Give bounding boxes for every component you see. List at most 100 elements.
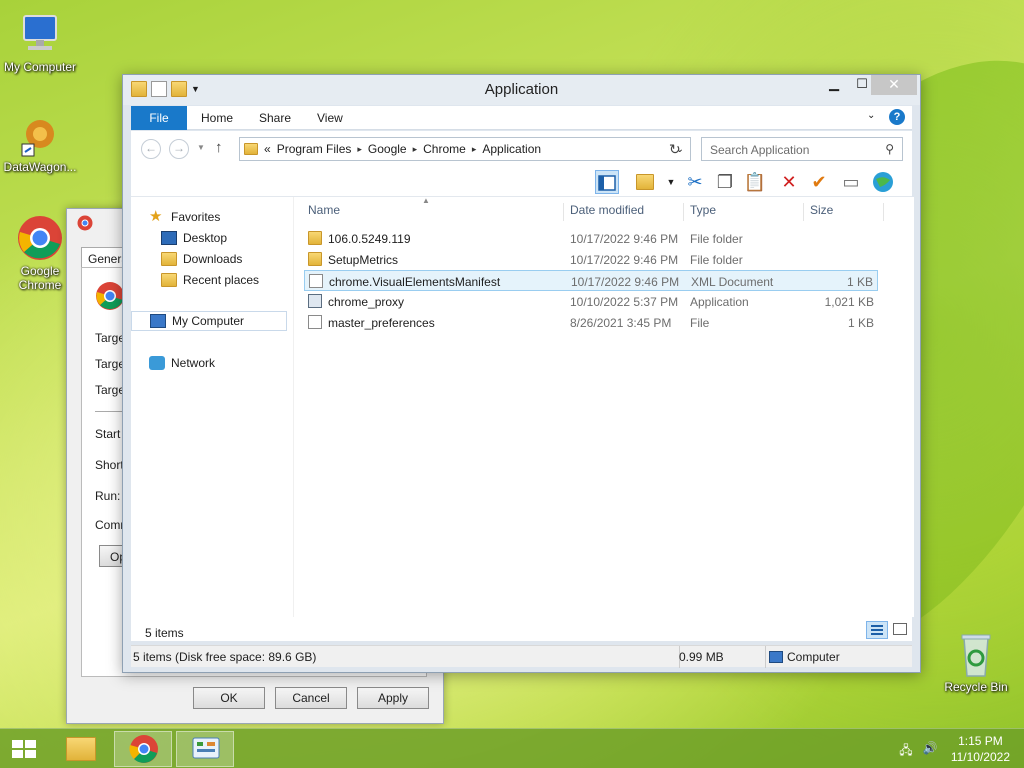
computer-icon bbox=[16, 10, 64, 58]
desktop-icon-datawagon[interactable]: DataWagon... bbox=[0, 110, 80, 174]
file-size: 1,021 KB bbox=[824, 295, 874, 309]
application-icon bbox=[308, 294, 322, 308]
nav-my-computer[interactable]: My Computer bbox=[131, 311, 287, 331]
taskbar-chrome-button[interactable] bbox=[114, 731, 172, 767]
file-date: 10/17/2022 9:46 PM bbox=[570, 253, 679, 267]
folder-icon bbox=[308, 252, 322, 266]
delete-icon[interactable]: ✕ bbox=[777, 170, 801, 194]
network-icon bbox=[149, 356, 165, 370]
nav-label: Recent places bbox=[183, 273, 260, 287]
forward-button[interactable]: → bbox=[169, 139, 189, 159]
file-date: 10/10/2022 5:37 PM bbox=[570, 295, 679, 309]
file-row[interactable]: SetupMetrics 10/17/2022 9:46 PM File fol… bbox=[304, 249, 878, 270]
desktop-icon-recycle-bin[interactable]: Recycle Bin bbox=[936, 630, 1016, 694]
address-bar-row: ← → ▼ ↑ « Program Files ▸ Google ▸ Chrom… bbox=[131, 131, 912, 167]
tab-share[interactable]: Share bbox=[259, 111, 291, 125]
recycle-bin-icon bbox=[952, 630, 1000, 678]
desktop-icon-label: Google Chrome bbox=[18, 264, 62, 292]
network-tray-icon[interactable]: 🖧 bbox=[898, 741, 914, 757]
file-row[interactable]: master_preferences 8/26/2021 3:45 PM Fil… bbox=[304, 312, 878, 333]
file-row-selected[interactable]: chrome.VisualElementsManifest 10/17/2022… bbox=[304, 270, 878, 291]
close-button[interactable]: ✕ bbox=[871, 75, 917, 95]
nav-label: My Computer bbox=[172, 314, 245, 328]
window-controls: ▁ ☐ bbox=[820, 75, 876, 95]
nav-label: Downloads bbox=[183, 252, 243, 266]
column-header-size[interactable]: Size bbox=[804, 203, 884, 221]
column-header-name[interactable]: Name bbox=[302, 203, 564, 221]
desktop-icon-my-computer[interactable]: My Computer bbox=[0, 10, 80, 74]
target-type-label: Targe bbox=[95, 357, 126, 371]
search-icon[interactable]: ⚲ bbox=[885, 142, 894, 156]
column-header-date[interactable]: Date modified bbox=[564, 203, 684, 221]
folder-options-icon[interactable] bbox=[633, 170, 657, 194]
globe-icon[interactable] bbox=[871, 170, 895, 194]
chevron-right-icon[interactable]: ▸ bbox=[472, 144, 477, 155]
chevron-right-icon[interactable]: ▸ bbox=[357, 144, 362, 155]
title-bar[interactable]: ▼ Application ▁ ☐ ✕ bbox=[123, 75, 920, 105]
status-disk-space: 5 items (Disk free space: 89.6 GB) bbox=[133, 650, 317, 664]
chevron-down-icon[interactable]: ⌄ bbox=[867, 110, 875, 121]
star-icon: ★ bbox=[149, 208, 163, 225]
breadcrumb-chrome[interactable]: Chrome bbox=[423, 142, 466, 156]
start-button[interactable] bbox=[0, 731, 48, 767]
breadcrumb-program-files[interactable]: Program Files bbox=[277, 142, 352, 156]
target-location-label: Targe bbox=[95, 383, 126, 397]
recent-places-icon bbox=[161, 273, 177, 287]
preview-pane-button[interactable] bbox=[595, 170, 619, 194]
clock-time: 1:15 PM bbox=[958, 734, 1003, 748]
minimize-button[interactable]: ▁ bbox=[820, 75, 848, 95]
file-row[interactable]: 106.0.5249.119 10/17/2022 9:46 PM File f… bbox=[304, 228, 878, 249]
ribbon-tabs: File Home Share View ⌄ ? bbox=[131, 106, 912, 130]
details-view-button[interactable] bbox=[866, 621, 888, 639]
back-button[interactable]: ← bbox=[141, 139, 161, 159]
tab-view[interactable]: View bbox=[317, 111, 343, 125]
cancel-button[interactable]: Cancel bbox=[275, 687, 347, 709]
recent-locations-chevron-icon[interactable]: ▼ bbox=[197, 143, 205, 152]
chevron-right-icon[interactable]: ▸ bbox=[413, 144, 418, 155]
column-header-type[interactable]: Type bbox=[684, 203, 804, 221]
nav-favorites[interactable]: ★ Favorites bbox=[149, 207, 305, 227]
large-icons-view-button[interactable] bbox=[893, 623, 907, 635]
file-date: 10/17/2022 9:46 PM bbox=[570, 232, 679, 246]
taskbar: 🖧 🔊 1:15 PM 11/10/2022 bbox=[0, 728, 1024, 768]
nav-network[interactable]: Network bbox=[149, 353, 305, 373]
system-clock[interactable]: 1:15 PM 11/10/2022 bbox=[951, 733, 1010, 765]
window-close-controls: ✕ bbox=[871, 75, 917, 95]
volume-tray-icon[interactable]: 🔊 bbox=[922, 741, 938, 757]
breadcrumb-application[interactable]: Application bbox=[482, 142, 541, 156]
desktop-icon-label: DataWagon... bbox=[3, 160, 77, 174]
navigation-pane: ★ Favorites Desktop Downloads Recent pla… bbox=[131, 197, 293, 617]
taskbar-control-panel-button[interactable] bbox=[176, 731, 234, 767]
rename-icon[interactable]: ▭ bbox=[839, 170, 863, 194]
folder-icon bbox=[244, 143, 258, 155]
breadcrumb-google[interactable]: Google bbox=[368, 142, 407, 156]
file-date: 10/17/2022 9:46 PM bbox=[571, 275, 680, 289]
file-row[interactable]: chrome_proxy 10/10/2022 5:37 PM Applicat… bbox=[304, 291, 878, 312]
status-size: 0.99 MB bbox=[679, 650, 724, 664]
xml-document-icon bbox=[309, 274, 323, 288]
paste-icon[interactable]: 📋 bbox=[743, 170, 767, 194]
copy-icon[interactable]: ❐ bbox=[713, 170, 737, 194]
tab-home[interactable]: Home bbox=[201, 111, 233, 125]
nav-label: Desktop bbox=[183, 231, 228, 245]
file-icon bbox=[308, 315, 322, 329]
taskbar-file-explorer-button[interactable] bbox=[52, 731, 110, 767]
control-panel-icon bbox=[192, 737, 220, 759]
file-type: XML Document bbox=[691, 275, 774, 289]
address-input[interactable]: « Program Files ▸ Google ▸ Chrome ▸ Appl… bbox=[239, 137, 691, 161]
chevron-down-icon[interactable]: ▼ bbox=[659, 170, 683, 194]
datawagon-icon bbox=[16, 110, 64, 158]
up-arrow-icon[interactable]: ↑ bbox=[215, 139, 223, 156]
desktop-icon-label: My Computer bbox=[3, 60, 77, 74]
apply-button[interactable]: Apply bbox=[357, 687, 429, 709]
explorer-window: ▼ Application ▁ ☐ ✕ File Home Share View… bbox=[122, 74, 921, 673]
file-size: 1 KB bbox=[846, 275, 873, 289]
tab-file[interactable]: File bbox=[131, 106, 187, 130]
help-icon[interactable]: ? bbox=[889, 109, 905, 125]
refresh-icon[interactable]: ↻ bbox=[669, 141, 681, 158]
cut-icon[interactable]: ✂ bbox=[683, 170, 707, 194]
checkmark-icon[interactable]: ✔ bbox=[807, 170, 831, 194]
search-input[interactable]: Search Application ⚲ bbox=[701, 137, 903, 161]
address-overflow[interactable]: « bbox=[264, 142, 271, 156]
ok-button[interactable]: OK bbox=[193, 687, 265, 709]
